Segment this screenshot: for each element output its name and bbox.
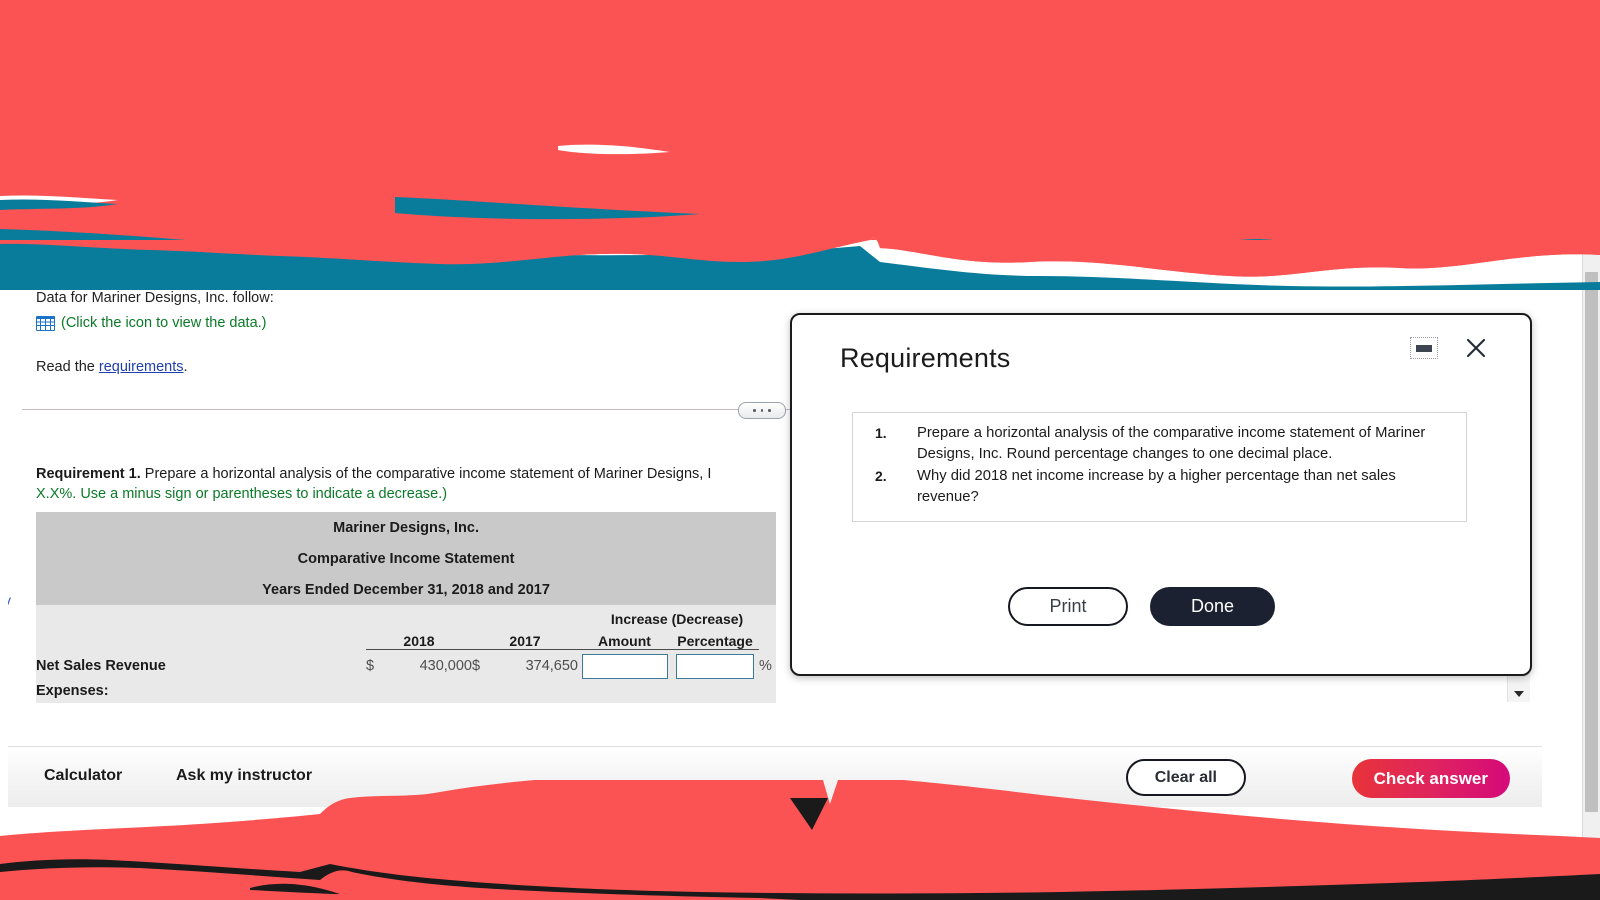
check-answer-button[interactable]: Check answer: [1352, 759, 1510, 798]
scroll-down-arrow-icon[interactable]: [1508, 685, 1530, 702]
amount-input-cell: [578, 650, 671, 683]
read-prefix: Read the: [36, 359, 99, 375]
print-button[interactable]: Print: [1008, 587, 1128, 626]
browser-scrollbar[interactable]: [1582, 0, 1600, 900]
percentage-input-cell: [671, 650, 759, 683]
list-item: 2. Why did 2018 net income increase by a…: [853, 466, 1460, 507]
table-title-2: Comparative Income Statement: [36, 543, 776, 574]
table-group-header-row: Increase (Decrease): [36, 605, 776, 633]
list-item-text: Why did 2018 net income increase by a hi…: [917, 466, 1460, 507]
calculator-link[interactable]: Calculator: [44, 767, 122, 785]
dialog-title: Requirements: [840, 343, 1010, 374]
comparative-income-statement-table: Mariner Designs, Inc. Comparative Income…: [36, 512, 776, 703]
requirements-list: 1. Prepare a horizontal analysis of the …: [853, 423, 1460, 507]
read-requirements-line: Read the requirements.: [36, 359, 188, 375]
col-header-amount: Amount: [578, 633, 671, 650]
top-redaction-overlay: [0, 0, 1600, 290]
table-grid-icon[interactable]: [36, 316, 55, 331]
data-follow-text: Data for Mariner Designs, Inc. follow:: [36, 290, 274, 306]
table-title-3: Years Ended December 31, 2018 and 2017: [36, 574, 776, 605]
increase-decrease-group-header: Increase (Decrease): [578, 605, 776, 633]
table-title-row: Years Ended December 31, 2018 and 2017: [36, 574, 776, 605]
browser-scrollbar-thumb[interactable]: [1585, 272, 1598, 812]
col-header-2018: 2018: [366, 633, 472, 650]
table-row: Expenses:: [36, 683, 776, 703]
table-title-row: Mariner Designs, Inc.: [36, 512, 776, 543]
scroll-down-arrow-icon[interactable]: [1583, 882, 1600, 898]
close-icon[interactable]: [1460, 332, 1492, 364]
requirement-1-label: Requirement 1.: [36, 466, 141, 482]
spacer-cell: [36, 605, 366, 633]
handle-dot: [768, 409, 771, 412]
table-column-header-row: 2018 2017 Amount Percentage: [36, 633, 776, 650]
table-title-row: Comparative Income Statement: [36, 543, 776, 574]
col-header-percentage: Percentage: [671, 633, 759, 650]
requirement-1-green-note: X.X%. Use a minus sign or parentheses to…: [36, 486, 447, 502]
clipped-left-glyph: v: [8, 592, 11, 608]
col-header-blank: [36, 633, 366, 650]
read-suffix: .: [184, 359, 188, 375]
value-2017-net-sales-revenue: 374,650: [496, 650, 578, 683]
col-header-2017: 2017: [472, 633, 578, 650]
list-item-number: 2.: [853, 466, 917, 507]
requirement-1-body: Prepare a horizontal analysis of the com…: [141, 466, 712, 482]
percentage-input-net-sales-revenue[interactable]: [676, 654, 754, 679]
exercise-bottom-toolbar: Calculator Ask my instructor Clear all C…: [8, 746, 1542, 807]
list-item: 1. Prepare a horizontal analysis of the …: [853, 423, 1460, 464]
row-label-expenses: Expenses:: [36, 683, 776, 703]
splitter-drag-handle[interactable]: [738, 402, 786, 419]
list-item-text: Prepare a horizontal analysis of the com…: [917, 423, 1460, 464]
table-row: Net Sales Revenue $ 430,000 $ 374,650 %: [36, 650, 776, 683]
row-label-net-sales-revenue: Net Sales Revenue: [36, 650, 366, 683]
ask-my-instructor-link[interactable]: Ask my instructor: [176, 767, 312, 785]
handle-dot: [753, 409, 756, 412]
amount-input-net-sales-revenue[interactable]: [582, 654, 668, 679]
view-data-row[interactable]: (Click the icon to view the data.): [36, 315, 267, 331]
percent-sign: %: [759, 650, 776, 683]
requirements-link[interactable]: requirements: [99, 359, 184, 375]
list-item-number: 1.: [853, 423, 917, 464]
requirements-list-box: 1. Prepare a horizontal analysis of the …: [852, 412, 1467, 522]
spacer-cell: [472, 605, 578, 633]
requirements-dialog: Requirements 1. Prepare a horizontal ana…: [790, 313, 1532, 676]
handle-dot: [761, 409, 764, 412]
spacer-cell: [366, 605, 472, 633]
dollar-sign-2017: $: [472, 650, 496, 683]
clear-all-button[interactable]: Clear all: [1126, 759, 1246, 796]
done-button[interactable]: Done: [1150, 587, 1275, 626]
minimize-icon[interactable]: [1410, 337, 1438, 359]
col-header-pct-spacer: [759, 633, 776, 650]
table-title-1: Mariner Designs, Inc.: [36, 512, 776, 543]
value-2018-net-sales-revenue: 430,000: [390, 650, 472, 683]
dollar-sign-2018: $: [366, 650, 390, 683]
click-icon-label: (Click the icon to view the data.): [61, 315, 267, 331]
